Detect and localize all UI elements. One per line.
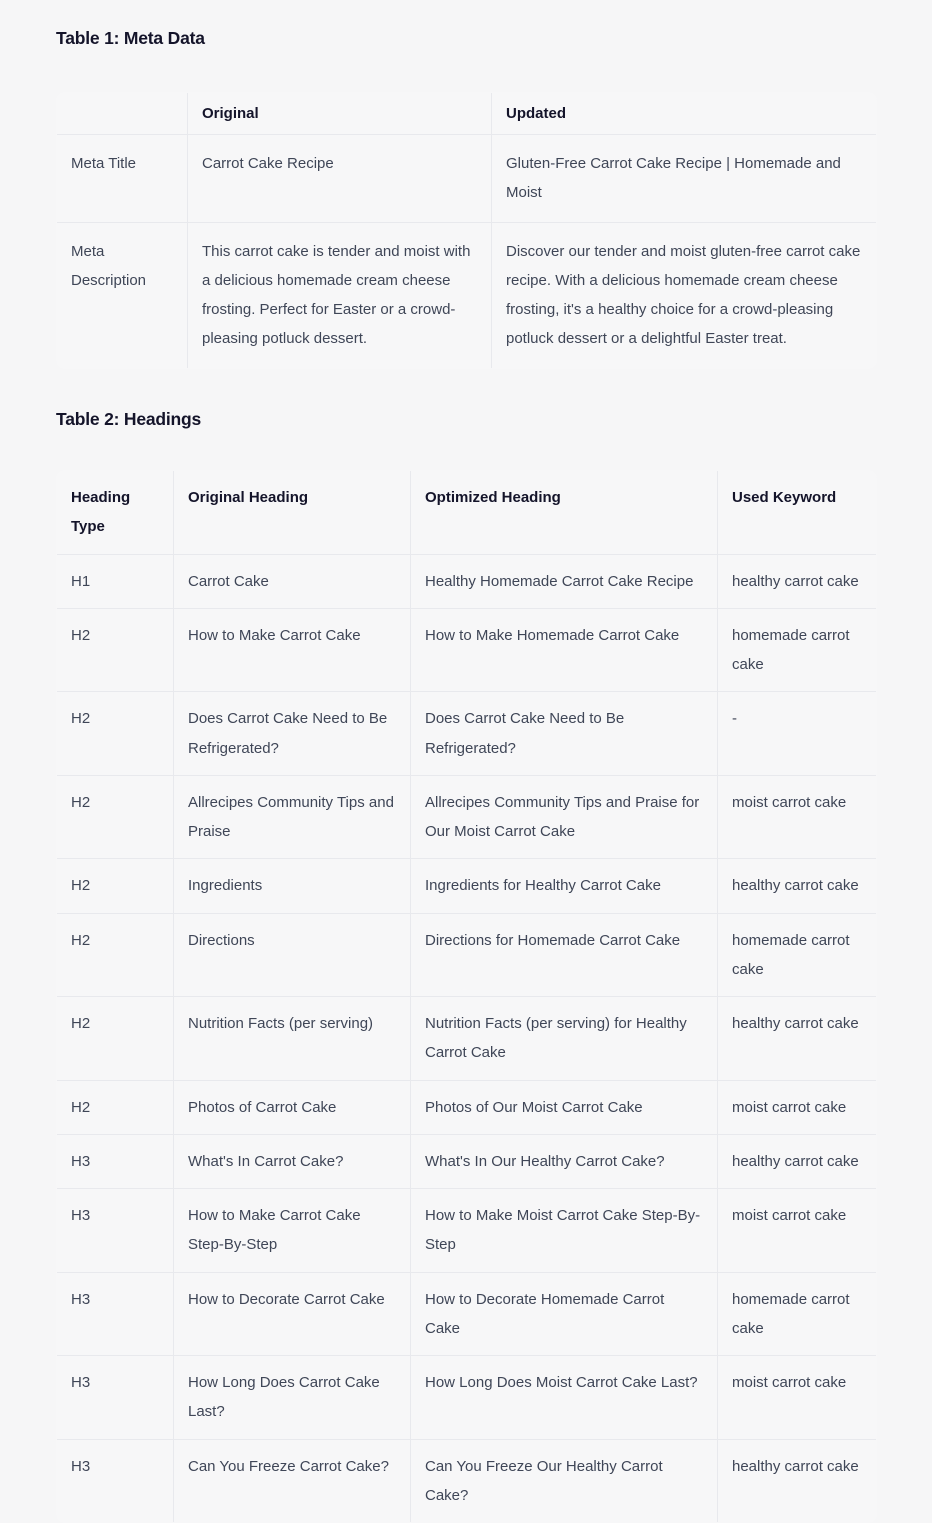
headings-table: Heading Type Original Heading Optimized … (56, 470, 877, 1523)
cell-heading-type: H3 (57, 1272, 174, 1356)
cell-original: This carrot cake is tender and moist wit… (187, 222, 492, 368)
cell-original-heading: Photos of Carrot Cake (173, 1080, 411, 1135)
cell-heading-type: H2 (57, 775, 174, 860)
cell-heading-type: H2 (57, 691, 174, 776)
table-row: Meta Title Carrot Cake Recipe Gluten-Fre… (57, 134, 876, 223)
table-header-row: Heading Type Original Heading Optimized … (57, 471, 876, 555)
cell-original-heading: Ingredients (173, 858, 411, 914)
cell-used-keyword: healthy carrot cake (717, 1134, 876, 1190)
cell-heading-type: H2 (57, 858, 174, 914)
table-2-container: Heading Type Original Heading Optimized … (56, 470, 877, 1523)
cell-used-keyword: moist carrot cake (717, 1188, 876, 1273)
cell-original-heading: Does Carrot Cake Need to Be Refrigerated… (173, 691, 411, 776)
cell-optimized-heading: Directions for Homemade Carrot Cake (410, 913, 718, 997)
cell-used-keyword: homemade carrot cake (717, 1272, 876, 1356)
table-row: H2 Photos of Carrot Cake Photos of Our Moi… (57, 1080, 876, 1135)
table-row: H3 Can You Freeze Carrot Cake? Can You Fre… (57, 1439, 876, 1522)
cell-used-keyword: healthy carrot cake (717, 554, 876, 609)
cell-original-heading: Directions (173, 913, 411, 997)
cell-optimized-heading: How to Make Homemade Carrot Cake (410, 608, 718, 693)
column-header-used-keyword: Used Keyword (717, 471, 876, 555)
cell-used-keyword: healthy carrot cake (717, 1439, 876, 1522)
page-root: Table 1: Meta Data Original Updated Meta… (0, 0, 932, 1523)
column-header-optimized-heading: Optimized Heading (410, 471, 718, 555)
column-header-heading-type: Heading Type (57, 471, 174, 555)
cell-original-heading: What's In Carrot Cake? (173, 1134, 411, 1190)
table-row: H3 How to Make Carrot Cake Step-By-Step Ho… (57, 1188, 876, 1273)
cell-optimized-heading: How Long Does Moist Carrot Cake Last? (410, 1355, 718, 1440)
table-row: H2 Ingredients Ingredients for Healthy Car… (57, 858, 876, 914)
cell-original-heading: How to Make Carrot Cake Step-By-Step (173, 1188, 411, 1273)
column-header-original-heading: Original Heading (173, 471, 411, 555)
cell-original-heading: How to Make Carrot Cake (173, 608, 411, 693)
table-row: H3 What's In Carrot Cake? What's In Our He… (57, 1134, 876, 1190)
table-row: H2 Directions Directions for Homemade Carr… (57, 913, 876, 997)
cell-original-heading: Can You Freeze Carrot Cake? (173, 1439, 411, 1522)
cell-used-keyword: healthy carrot cake (717, 996, 876, 1081)
cell-optimized-heading: Allrecipes Community Tips and Praise for… (410, 775, 718, 860)
table-2-title: Table 2: Headings (56, 409, 202, 429)
cell-optimized-heading: Healthy Homemade Carrot Cake Recipe (410, 554, 718, 609)
cell-optimized-heading: How to Make Moist Carrot Cake Step-By-St… (410, 1188, 718, 1273)
cell-updated: Gluten-Free Carrot Cake Recipe | Homemad… (491, 134, 876, 223)
table-1-container: Original Updated Meta Title Carrot Cake … (56, 92, 877, 369)
cell-optimized-heading: Photos of Our Moist Carrot Cake (410, 1080, 718, 1135)
cell-used-keyword: moist carrot cake (717, 1080, 876, 1135)
cell-used-keyword: moist carrot cake (717, 775, 876, 860)
table-row: H1 Carrot Cake Healthy Homemade Carrot Cak… (57, 554, 876, 609)
column-header-original: Original (187, 92, 492, 135)
headings-table-body: H1 Carrot Cake Healthy Homemade Carrot Cak… (57, 554, 876, 1522)
cell-heading-type: H2 (57, 1080, 174, 1135)
cell-used-keyword: homemade carrot cake (717, 608, 876, 693)
cell-optimized-heading: Ingredients for Healthy Carrot Cake (410, 858, 718, 914)
row-label: Meta Description (57, 222, 188, 368)
row-label: Meta Title (57, 134, 188, 223)
table-row: Meta Description This carrot cake is ten… (57, 222, 876, 368)
cell-original-heading: How to Decorate Carrot Cake (173, 1272, 411, 1356)
cell-original-heading: Nutrition Facts (per serving) (173, 996, 411, 1081)
cell-heading-type: H3 (57, 1439, 174, 1522)
table-1-title: Table 1: Meta Data (56, 28, 205, 48)
cell-heading-type: H2 (57, 608, 174, 693)
cell-heading-type: H1 (57, 554, 174, 609)
cell-optimized-heading: Can You Freeze Our Healthy Carrot Cake? (410, 1439, 718, 1522)
cell-heading-type: H2 (57, 913, 174, 997)
cell-heading-type: H3 (57, 1355, 174, 1440)
cell-optimized-heading: Does Carrot Cake Need to Be Refrigerated… (410, 691, 718, 776)
cell-optimized-heading: What's In Our Healthy Carrot Cake? (410, 1134, 718, 1190)
cell-original-heading: How Long Does Carrot Cake Last? (173, 1355, 411, 1440)
table-row: H3 How Long Does Carrot Cake Last? How Lon… (57, 1355, 876, 1440)
cell-optimized-heading: Nutrition Facts (per serving) for Health… (410, 996, 718, 1081)
cell-used-keyword: moist carrot cake (717, 1355, 876, 1440)
table-row: H2 How to Make Carrot Cake How to Make Hom… (57, 608, 876, 693)
table-row: H2 Does Carrot Cake Need to Be Refrigerat… (57, 691, 876, 776)
table-row: H2 Allrecipes Community Tips and Praise Al… (57, 775, 876, 860)
cell-updated: Discover our tender and moist gluten-fre… (491, 222, 876, 368)
cell-heading-type: H3 (57, 1134, 174, 1190)
cell-heading-type: H2 (57, 996, 174, 1081)
column-header-updated: Updated (491, 92, 876, 135)
cell-used-keyword: - (717, 691, 876, 776)
cell-used-keyword: healthy carrot cake (717, 858, 876, 914)
cell-used-keyword: homemade carrot cake (717, 913, 876, 997)
cell-optimized-heading: How to Decorate Homemade Carrot Cake (410, 1272, 718, 1356)
table-row: H3 How to Decorate Carrot Cake How to Deco… (57, 1272, 876, 1356)
column-header-blank (57, 92, 188, 135)
cell-original-heading: Allrecipes Community Tips and Praise (173, 775, 411, 860)
cell-original-heading: Carrot Cake (173, 554, 411, 609)
meta-data-table: Original Updated Meta Title Carrot Cake … (56, 92, 877, 369)
table-header-row: Original Updated (57, 92, 876, 135)
table-row: H2 Nutrition Facts (per serving) Nutrition… (57, 996, 876, 1081)
cell-heading-type: H3 (57, 1188, 174, 1273)
cell-original: Carrot Cake Recipe (187, 134, 492, 223)
